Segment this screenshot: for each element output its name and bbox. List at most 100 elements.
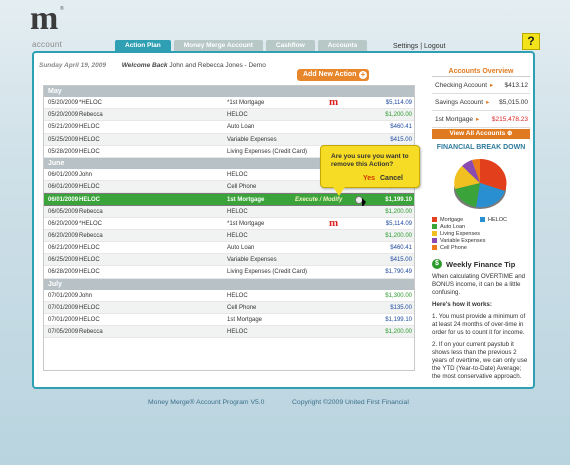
- row-date: 05/25/2009: [48, 136, 79, 143]
- weekly-tip-body: When calculating OVERTIME and BONUS inco…: [432, 273, 530, 381]
- row-description: HELOC: [227, 292, 248, 299]
- logo-subtext: account: [32, 40, 63, 49]
- table-row[interactable]: 06/05/2009 Rebecca HELOC $1,200.00: [44, 205, 414, 218]
- add-new-action-button[interactable]: Add New Action +: [297, 69, 369, 81]
- overview-label: Savings Account: [435, 99, 484, 106]
- row-account: John: [79, 292, 93, 299]
- overview-row-checking[interactable]: Checking Account ▸ $413.12: [432, 77, 530, 94]
- table-row[interactable]: 06/20/2009 Rebecca HELOC $1,200.00: [44, 229, 414, 243]
- row-description: HELOC: [227, 232, 248, 239]
- help-icon[interactable]: ?: [522, 33, 540, 50]
- legend-item: Variable Expenses: [432, 238, 485, 244]
- arrow-icon: ▸: [490, 82, 494, 89]
- current-date: Sunday April 19, 2009: [39, 62, 106, 69]
- row-date: 06/01/2009: [48, 184, 79, 191]
- table-row[interactable]: 05/20/2009 Rebecca HELOC $1,200.00: [44, 109, 414, 122]
- row-amount: $415.00: [390, 136, 412, 143]
- row-account: *HELOC: [79, 100, 103, 106]
- row-amount: $1,790.49: [385, 269, 412, 276]
- add-new-action-label: Add New Action: [303, 71, 357, 78]
- table-row[interactable]: 07/01/2009 HELOC Cell Phone $135.00: [44, 301, 414, 314]
- row-description: Variable Expenses: [227, 136, 277, 143]
- table-row[interactable]: 05/25/2009 HELOC Variable Expenses $415.00: [44, 133, 414, 146]
- row-date: 07/01/2009: [48, 304, 79, 311]
- dollar-icon: $: [432, 259, 442, 269]
- financial-breakdown-pie: [454, 158, 507, 209]
- month-group-header: July: [44, 278, 414, 290]
- arrow-icon: ▸: [475, 116, 480, 123]
- row-description: *1st Mortgage: [227, 100, 265, 106]
- row-date: 06/01/2009: [48, 171, 79, 178]
- row-description: HELOC: [227, 208, 248, 215]
- row-description: HELOC: [227, 329, 248, 336]
- table-row[interactable]: 07/05/2009 Rebecca HELOC $1,200.00: [44, 326, 414, 339]
- row-account: HELOC: [79, 136, 100, 143]
- row-date: 06/20/2009: [48, 232, 79, 239]
- row-account: HELOC: [79, 257, 100, 264]
- row-amount: $460.41: [390, 245, 412, 252]
- tab-action-plan[interactable]: Action Plan: [115, 40, 171, 51]
- row-account: HELOC: [79, 148, 100, 155]
- accounts-overview-title: Accounts Overview: [432, 67, 530, 77]
- overview-value: $413.12: [504, 82, 529, 89]
- legend-swatch: [432, 245, 437, 251]
- confirm-cancel-button[interactable]: Cancel: [380, 175, 403, 182]
- legend-label: Mortgage: [440, 217, 464, 223]
- row-description: Living Expenses (Credit Card): [227, 148, 308, 155]
- view-all-accounts-button[interactable]: View All Accounts ⊕: [432, 129, 530, 139]
- footer-copyright: Copyright ©2009 United First Financial: [292, 399, 409, 406]
- overview-row-mortgage[interactable]: 1st Mortgage ▸ $215,478.23: [432, 111, 530, 128]
- row-description: Living Expenses (Credit Card): [227, 269, 308, 276]
- confirm-yes-button[interactable]: Yes: [363, 175, 375, 182]
- table-row[interactable]: 06/28/2009 HELOC Living Expenses (Credit C…: [44, 266, 414, 279]
- row-account: *HELOC: [79, 220, 103, 227]
- table-row[interactable]: 06/25/2009 HELOC Variable Expenses $415.00: [44, 254, 414, 267]
- row-description: Auto Loan: [227, 245, 255, 252]
- row-amount: $415.00: [390, 257, 412, 264]
- legend-label: Variable Expenses: [440, 238, 486, 244]
- row-amount: $5,114.09: [385, 220, 412, 227]
- row-date: 07/01/2009: [48, 317, 79, 323]
- row-account: HELOC: [79, 184, 100, 191]
- settings-link[interactable]: Settings: [393, 43, 418, 50]
- row-date: 06/28/2009: [48, 269, 79, 276]
- tab-cashflow[interactable]: Cashflow: [265, 40, 315, 51]
- row-amount: $1,200.00: [385, 208, 412, 215]
- legend-item: Living Expenses: [432, 231, 480, 237]
- row-description: Auto Loan: [227, 124, 255, 131]
- legend-label: Auto Loan: [440, 224, 466, 230]
- remove-action-confirm: Are you sure you want to remove this Act…: [320, 145, 420, 196]
- logout-link[interactable]: Logout: [424, 43, 445, 50]
- welcome-bar: Sunday April 19, 2009 Welcome Back John …: [39, 62, 266, 69]
- table-row[interactable]: 06/21/2009 HELOC Auto Loan $460.41: [44, 242, 414, 255]
- table-row[interactable]: 06/20/2009 *HELOC *1st Mortgage $5,114.09 m: [44, 217, 414, 230]
- overview-label: Checking Account: [435, 82, 488, 89]
- legend-swatch: [432, 224, 437, 230]
- legend-swatch: [480, 217, 485, 223]
- plus-icon: +: [359, 70, 367, 79]
- table-row[interactable]: 05/20/2009 *HELOC *1st Mortgage $5,114.09 m: [44, 96, 414, 110]
- tip-heading: Here's how it works:: [432, 301, 492, 308]
- table-row[interactable]: 05/21/2009 HELOC Auto Loan $460.41: [44, 121, 414, 134]
- legend-swatch: [432, 238, 437, 244]
- weekly-tip-header: $ Weekly Finance Tip: [432, 259, 530, 269]
- tab-accounts[interactable]: Accounts: [317, 40, 368, 51]
- money-merge-marker-icon: m: [329, 96, 339, 108]
- table-row-selected[interactable]: 06/01/2009 HELOC 1st Mortgage $1,199.10 Exec…: [44, 193, 414, 209]
- arrow-icon: ▸: [486, 99, 490, 106]
- logo-trademark: ®: [60, 6, 64, 12]
- row-amount: $5,114.09: [385, 100, 412, 106]
- row-date: 05/20/2009: [48, 112, 79, 119]
- row-account: HELOC: [79, 269, 100, 276]
- row-date: 06/20/2009: [48, 220, 79, 227]
- table-row[interactable]: 07/01/2009 HELOC 1st Mortgage $1,199.10: [44, 314, 414, 327]
- tooltip-tail: [333, 187, 345, 196]
- user-name: John and Rebecca Jones - Demo: [169, 62, 266, 69]
- overview-row-savings[interactable]: Savings Account ▸ $5,015.00: [432, 94, 530, 111]
- row-account: John: [79, 171, 93, 178]
- pie-legend: Mortgage HELOC Auto Loan Living Expenses Var…: [432, 217, 530, 253]
- legend-item: Cell Phone: [432, 245, 467, 251]
- logo-letter: m: [30, 0, 58, 37]
- tab-money-merge-account[interactable]: Money Merge Account: [173, 40, 263, 51]
- table-row[interactable]: 07/01/2009 John HELOC $1,300.00: [44, 289, 414, 302]
